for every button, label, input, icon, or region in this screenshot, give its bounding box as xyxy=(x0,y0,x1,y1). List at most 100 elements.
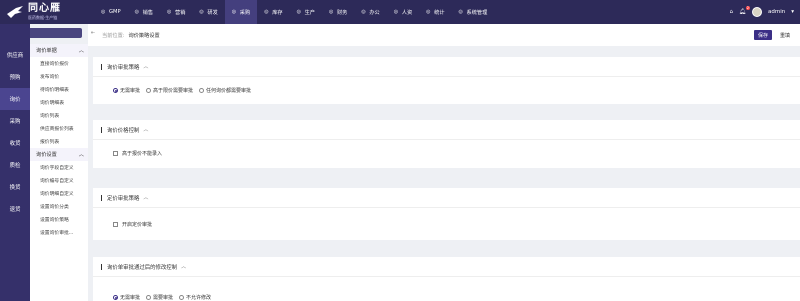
nav-item-label: 销售 xyxy=(142,9,154,16)
radio-option[interactable]: 无需审批 xyxy=(113,294,140,301)
nav-item[interactable]: ◎ 系统管理 xyxy=(452,0,495,24)
logo-title: 同心雁 xyxy=(28,3,61,14)
chevron-up-icon: ︿ xyxy=(143,127,149,133)
over-quote-checkbox[interactable]: 高于报价不能录入 xyxy=(113,150,162,157)
radio-button[interactable] xyxy=(199,87,205,93)
radio-button[interactable] xyxy=(146,295,152,300)
submenu-group-inquiry-settings[interactable]: 询价设置 ︿ xyxy=(30,148,88,161)
module-item[interactable]: 收货 xyxy=(0,132,30,154)
nav-item[interactable]: ◎ GMP xyxy=(94,0,128,24)
nav-item-label: 营销 xyxy=(175,9,186,16)
nav-item-label: 财务 xyxy=(336,9,348,16)
box-icon: ◎ xyxy=(264,9,269,15)
chevron-up-icon: ︿ xyxy=(143,64,149,70)
cart-icon: ◎ xyxy=(231,9,237,15)
radio-label: 无需审批 xyxy=(120,87,141,94)
nav-item[interactable]: ◎ 办公 xyxy=(354,0,386,24)
reset-button[interactable]: 重填 xyxy=(775,30,794,40)
radio-option[interactable]: 不允许修改 xyxy=(179,294,211,301)
checkbox-box[interactable] xyxy=(113,150,118,156)
nav-item[interactable]: ◎ 生产 xyxy=(290,0,322,24)
module-item[interactable]: 退货 xyxy=(0,198,30,220)
nav-item-label: 采购 xyxy=(239,9,251,16)
panel-title: 定价审批策略 xyxy=(107,195,140,202)
logo-subtitle: 医药数据·生产链 xyxy=(28,15,58,20)
panel-header[interactable]: 询价价格控制 ︿ xyxy=(93,120,800,140)
submenu-item[interactable]: 直接询价报价 xyxy=(30,57,88,70)
group-title: 询价设置 xyxy=(36,152,57,158)
submenu-item[interactable]: 询价列表 xyxy=(30,109,88,122)
nav-item[interactable]: ◎ 研发 xyxy=(192,0,224,24)
submenu-item[interactable]: 询价字段自定义 xyxy=(30,161,88,174)
radio-label: 需要审批 xyxy=(153,295,174,301)
radio-button[interactable] xyxy=(113,87,118,93)
nav-item[interactable]: ◎ 营销 xyxy=(160,0,192,24)
nav-item[interactable]: ◎ 采购 xyxy=(224,0,258,24)
submenu-item[interactable]: 待询价明细表 xyxy=(30,83,88,96)
nav-item-label: 系统管理 xyxy=(466,9,488,16)
radio-button[interactable] xyxy=(179,295,185,300)
avatar[interactable] xyxy=(752,7,762,17)
nav-item-label: 库存 xyxy=(272,9,283,16)
submenu-item[interactable]: 报价列表 xyxy=(30,135,88,148)
module-item[interactable]: 采购 xyxy=(0,110,30,132)
nav-item[interactable]: ◎ 库存 xyxy=(257,0,289,24)
nav-item[interactable]: ◎ 销售 xyxy=(128,0,160,24)
bell-icon[interactable]: 🔔︎ 2 xyxy=(739,6,750,15)
submenu-item[interactable]: 发布询价 xyxy=(30,70,88,83)
radio-option[interactable]: 任何询价都需要审批 xyxy=(199,87,251,94)
logo[interactable]: 同心雁 医药数据·生产链 xyxy=(0,0,84,24)
money-icon: ◎ xyxy=(328,9,334,15)
nav-item-label: 办公 xyxy=(369,9,380,16)
nav-item[interactable]: ◎ 人资 xyxy=(387,0,419,24)
module-item[interactable]: 质检 xyxy=(0,154,30,176)
nav-item[interactable]: ◎ 财务 xyxy=(322,0,354,24)
checkbox-box[interactable] xyxy=(113,221,118,227)
radio-option[interactable]: 需要审批 xyxy=(146,294,173,301)
user-icon: ◎ xyxy=(393,9,399,15)
grid-icon: ◎ xyxy=(134,9,139,15)
enable-pricing-approval-checkbox[interactable]: 开启定价审批 xyxy=(113,221,152,228)
clock-icon: ◎ xyxy=(426,9,431,15)
submenu-item[interactable]: 询价明细自定义 xyxy=(30,187,88,200)
post-approval-edit-panel: 询价单审批通过后的修改控制 ︿ 无需审批 需要审批 不允许修改 xyxy=(93,257,800,301)
nav-item-label: 生产 xyxy=(304,9,315,16)
module-item[interactable]: 预购 xyxy=(0,66,30,88)
radio-button[interactable] xyxy=(146,87,152,93)
nav-item-label: 人资 xyxy=(401,9,413,16)
radio-label: 任何询价都需要审批 xyxy=(206,87,252,94)
submenu-sidebar: 询价单据 ︿ 直接询价报价 发布询价 待询价明细表 询价明细表 询价列表 供应商报价列表报… xyxy=(30,44,88,301)
nav-item-label: GMP xyxy=(109,9,121,15)
chevron-down-icon[interactable]: ▾ xyxy=(791,9,794,15)
user-name[interactable]: admin xyxy=(768,9,785,15)
panel-header[interactable]: 询价审批策略 ︿ xyxy=(93,57,800,77)
submenu-item[interactable]: 询价编号自定义 xyxy=(30,174,88,187)
radio-option[interactable]: 无需审批 xyxy=(113,87,140,94)
flask-icon: ◎ xyxy=(199,9,204,15)
main-content: ⇤ 当前位置: 询价策略设置 保存 重填 询价审批策略 ︿ 无需审批 高于限价需要审… xyxy=(88,24,800,301)
factory-icon: ◎ xyxy=(296,9,301,15)
submenu-item[interactable]: 设置询价审批... xyxy=(30,226,88,239)
save-button[interactable]: 保存 xyxy=(753,30,772,40)
radio-button[interactable] xyxy=(113,295,118,300)
layers-icon: ◎ xyxy=(167,9,172,15)
home-icon[interactable]: ⌂ xyxy=(730,9,734,15)
module-item[interactable]: 换货 xyxy=(0,176,30,198)
breadcrumb: ⇤ 当前位置: 询价策略设置 保存 重填 xyxy=(88,24,800,46)
submenu-item[interactable]: 设置询价策略 xyxy=(30,213,88,226)
module-item[interactable]: 询价 xyxy=(0,88,30,110)
submenu-item[interactable]: 询价明细表 xyxy=(30,96,88,109)
panel-header[interactable]: 定价审批策略 ︿ xyxy=(93,188,800,208)
module-item[interactable]: 供应商 xyxy=(0,44,30,66)
radio-option[interactable]: 高于限价需要审批 xyxy=(146,87,193,94)
nav-item[interactable]: ◎ 统计 xyxy=(419,0,451,24)
nav-item-label: 统计 xyxy=(434,9,445,16)
panel-header[interactable]: 询价单审批通过后的修改控制 ︿ xyxy=(93,257,800,277)
submenu-item[interactable]: 设置询价分类 xyxy=(30,200,88,213)
collapse-sidebar-icon[interactable]: ⇤ xyxy=(91,30,95,36)
top-right-tools: ⌂ 🔔︎ 2 admin ▾ xyxy=(730,0,794,24)
submenu-item[interactable]: 供应商报价列表 xyxy=(30,122,88,135)
submenu-group-inquiry-docs[interactable]: 询价单据 ︿ xyxy=(30,44,88,57)
module-sidebar: 供应商 预购 询价 采购 收货 质检 换货 退货 xyxy=(0,24,30,301)
top-navbar: 同心雁 医药数据·生产链 ◎ GMP ◎ 销售 ◎ 营销 ◎ 研发 ◎ 采购 ◎ 库存 ◎ 生产 ◎ 财务 ◎ 办… xyxy=(0,0,800,24)
